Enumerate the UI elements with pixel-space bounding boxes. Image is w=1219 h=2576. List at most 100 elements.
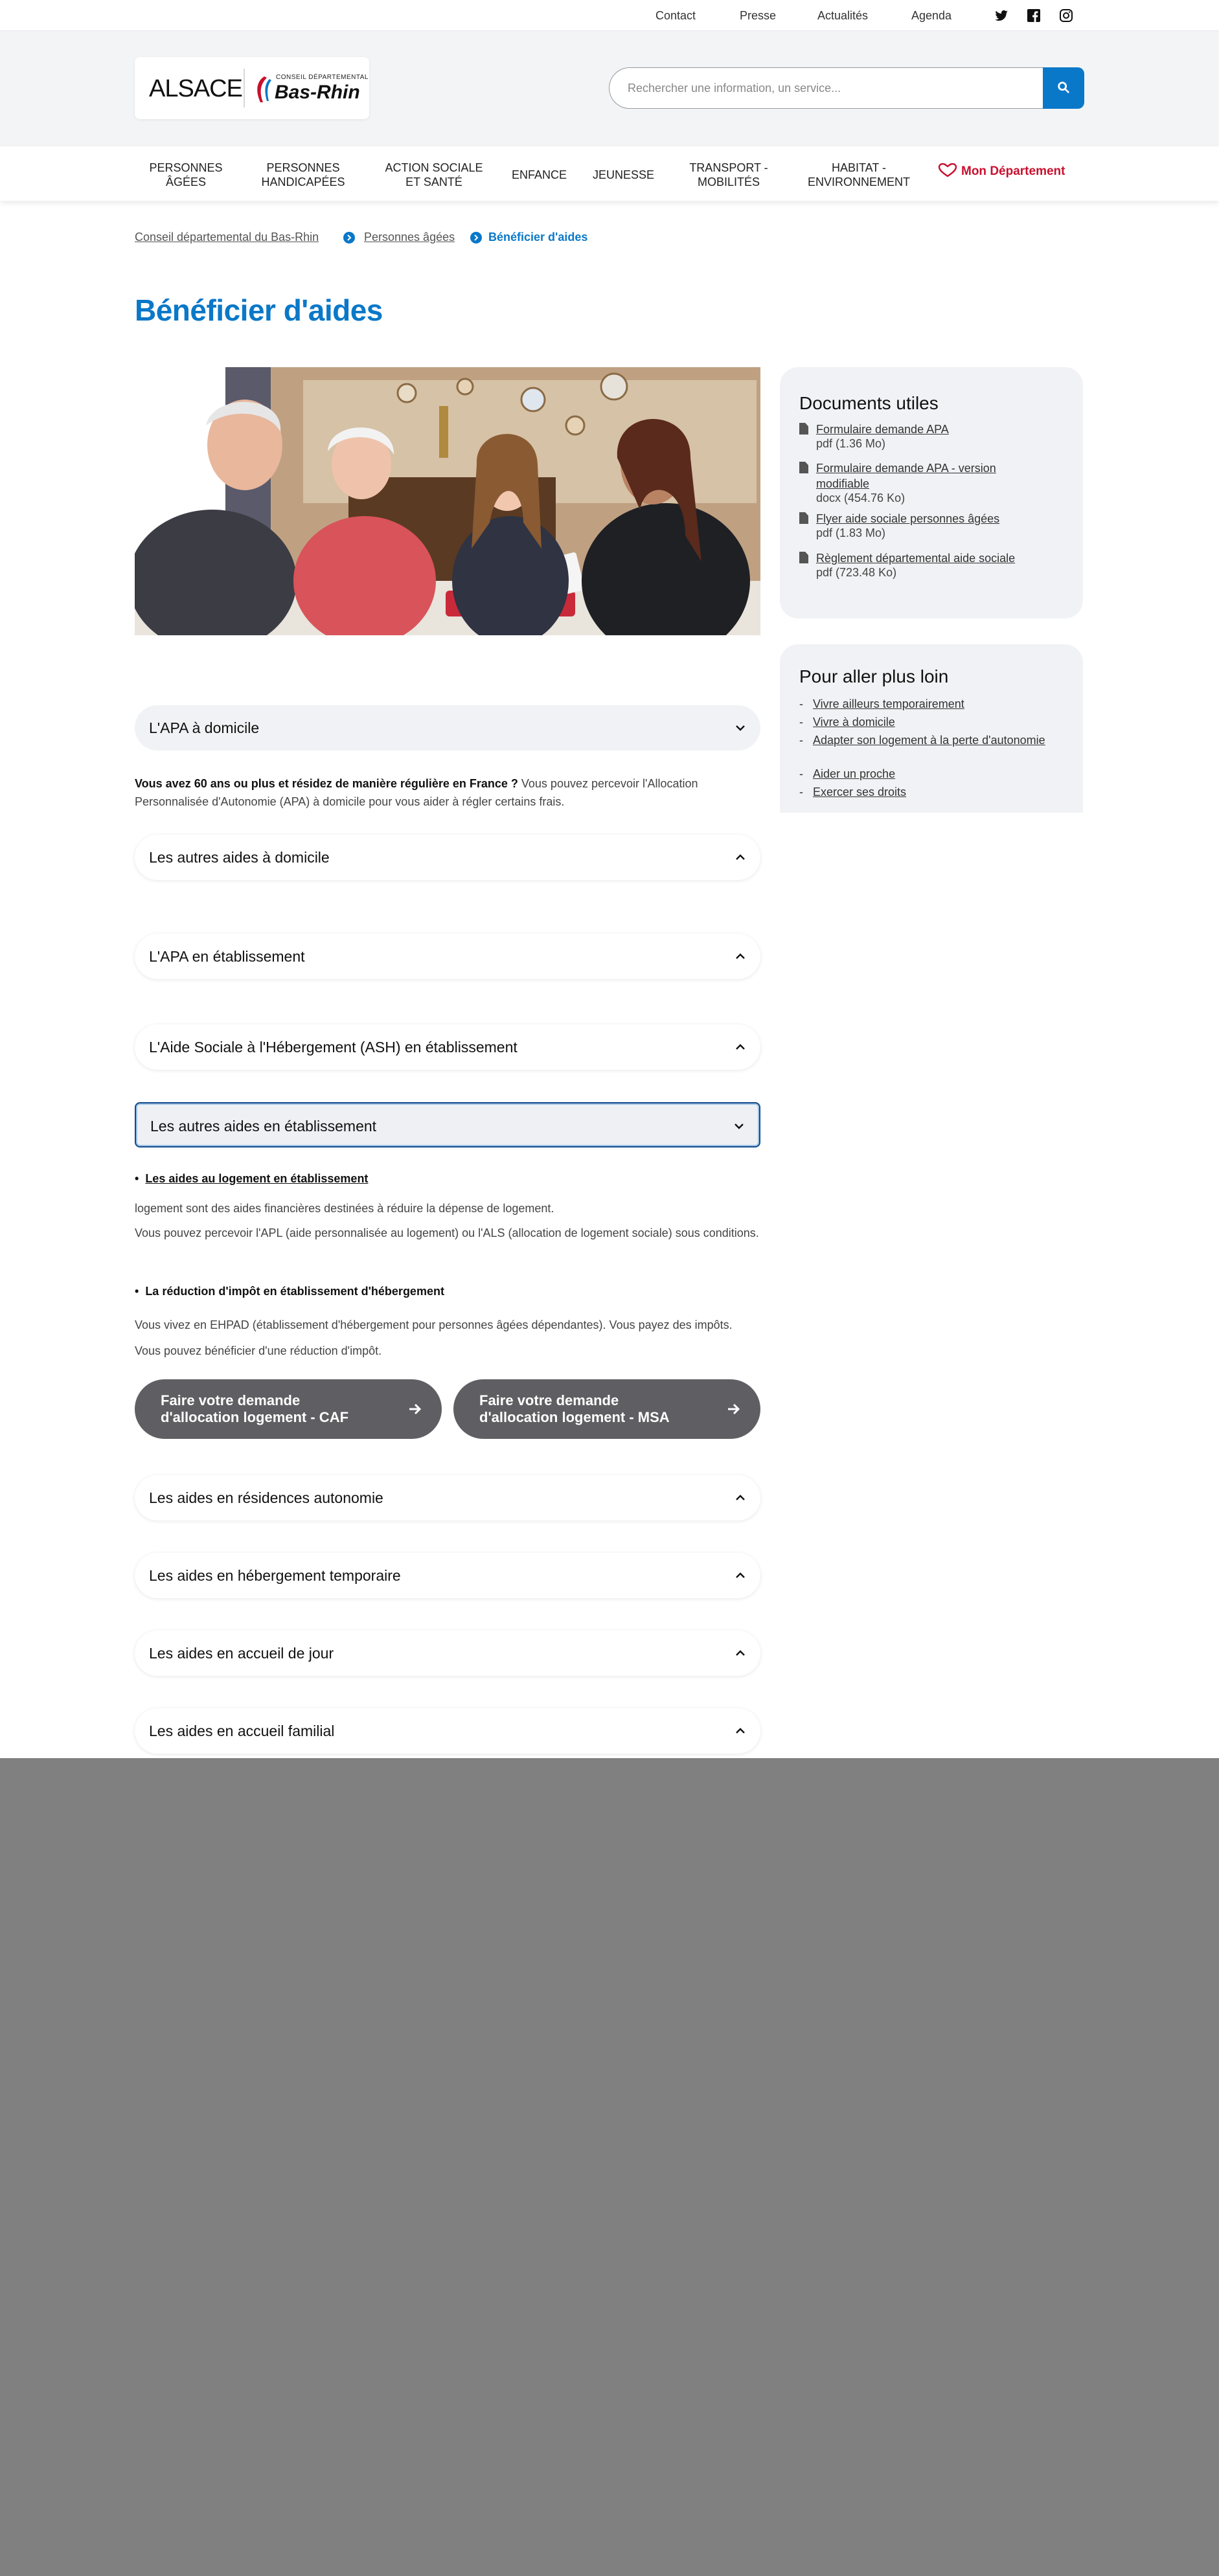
nav-label-line: TRANSPORT - (689, 161, 768, 174)
accordion-autres-aides-etablissement[interactable]: Les autres aides en établissement (135, 1102, 760, 1147)
further-link[interactable]: Vivre à domicile (813, 716, 895, 729)
further-title: Pour aller plus loin (799, 666, 949, 686)
instagram-icon[interactable] (1058, 8, 1074, 23)
nav-item-personnes-handicapees[interactable]: PERSONNES HANDICAPÉES (255, 161, 351, 189)
document-item: Formulaire demande APA pdf (1.36 Mo) (799, 422, 1071, 454)
bas-rhin-mark-icon (257, 76, 271, 102)
nav-item-action-sociale[interactable]: ACTION SOCIALE ET SANTÉ (382, 161, 486, 189)
link-agenda[interactable]: Agenda (911, 9, 951, 23)
apl-als-text: Vous pouvez percevoir l'APL (aide person… (135, 1226, 759, 1239)
bullet-reduction-impot: • La réduction d'impôt en établissement … (135, 1285, 444, 1298)
further-card: Pour aller plus loin - Vivre ailleurs te… (780, 644, 1083, 813)
chevron-up-icon (736, 953, 745, 959)
nav-label-line: JEUNESSE (593, 168, 655, 181)
document-meta: pdf (1.83 Mo) (816, 526, 886, 539)
file-icon (799, 423, 808, 435)
nav-label-line: ET SANTÉ (405, 175, 462, 188)
file-icon (799, 462, 808, 473)
site-logo[interactable]: ALSACE CONSEIL DÉPARTEMENTAL Bas-Rhin (135, 57, 369, 119)
accordion-accueil-familial[interactable]: Les aides en accueil familial (135, 1708, 760, 1754)
search-input[interactable] (609, 67, 1043, 109)
accordion-label: Les autres aides à domicile (149, 849, 330, 866)
bullet-aides-logement: • Les aides au logement en établissement (135, 1172, 369, 1185)
arrow-right-icon (409, 1403, 422, 1415)
breadcrumb-link-personnes-agees[interactable]: Personnes âgées (364, 231, 455, 244)
nav-label-line: ACTION SOCIALE (385, 161, 483, 174)
nav-label-line: MOBILITÉS (697, 175, 760, 188)
further-link-item: - Adapter son logement à la perte d'auto… (799, 734, 1045, 747)
document-link[interactable]: Formulaire demande APA (816, 422, 1071, 437)
link-contact[interactable]: Contact (655, 9, 696, 23)
caf-request-label: Faire votre demande d'allocation logemen… (161, 1392, 349, 1425)
nav-label-line: PERSONNES (266, 161, 340, 174)
main-nav: PERSONNES ÂGÉES PERSONNES HANDICAPÉES AC… (0, 146, 1219, 201)
apa-description-bold: Vous avez 60 ans ou plus et résidez de m… (135, 777, 518, 790)
chevron-down-icon (735, 1124, 744, 1129)
accordion-apa-domicile[interactable]: L'APA à domicile (135, 705, 760, 751)
nav-item-enfance[interactable]: ENFANCE (512, 168, 567, 182)
mon-departement-link[interactable]: Mon Département (938, 163, 1065, 179)
aides-logement-text: logement sont des aides financières dest… (135, 1202, 554, 1215)
accordion-ash-etablissement[interactable]: L'Aide Sociale à l'Hébergement (ASH) en … (135, 1024, 760, 1070)
reduction-impot-text: Vous vivez en EHPAD (établissement d'héb… (135, 1318, 733, 1357)
msa-request-button[interactable]: Faire votre demande d'allocation logemen… (453, 1379, 760, 1439)
breadcrumb-separator-icon (343, 232, 355, 243)
nav-item-personnes-agees[interactable]: PERSONNES ÂGÉES (148, 161, 224, 189)
caf-request-button[interactable]: Faire votre demande d'allocation logemen… (135, 1379, 442, 1439)
chevron-down-icon (736, 725, 745, 731)
nav-item-habitat[interactable]: HABITAT - ENVIRONNEMENT (802, 161, 916, 189)
accordion-label: L'Aide Sociale à l'Hébergement (ASH) en … (149, 1039, 518, 1056)
accordion-label: Les aides en accueil familial (149, 1723, 335, 1739)
link-actualites[interactable]: Actualités (817, 9, 868, 23)
twitter-icon[interactable] (994, 8, 1009, 23)
document-meta: pdf (1.36 Mo) (816, 437, 886, 450)
link-presse[interactable]: Presse (740, 9, 776, 23)
further-link[interactable]: Aider un proche (813, 767, 895, 780)
accordion-label: L'APA à domicile (149, 719, 260, 736)
chevron-up-icon (736, 1044, 745, 1050)
chevron-up-icon (736, 1572, 745, 1578)
accordion-autres-aides-domicile[interactable]: Les autres aides à domicile (135, 835, 760, 880)
accordion-label: Les autres aides en établissement (150, 1118, 377, 1135)
facebook-icon[interactable] (1026, 8, 1042, 23)
search-button[interactable] (1043, 67, 1084, 109)
breadcrumb-link-home[interactable]: Conseil départemental du Bas-Rhin (135, 231, 319, 244)
accordion-label: Les aides en accueil de jour (149, 1645, 334, 1662)
file-icon (799, 552, 808, 563)
document-meta: docx (454.76 Ko) (816, 491, 906, 504)
utility-bar: Contact Presse Actualités Agenda (0, 0, 1219, 31)
site-header: ALSACE CONSEIL DÉPARTEMENTAL Bas-Rhin (0, 31, 1219, 146)
search-form (609, 67, 1084, 109)
nav-item-transport[interactable]: TRANSPORT - MOBILITÉS (680, 161, 777, 189)
chevron-up-icon (736, 1650, 745, 1656)
accordion-accueil-jour[interactable]: Les aides en accueil de jour (135, 1631, 760, 1676)
accordion-residences-autonomie[interactable]: Les aides en résidences autonomie (135, 1475, 760, 1520)
nav-item-jeunesse[interactable]: JEUNESSE (593, 168, 654, 182)
msa-request-label: Faire votre demande d'allocation logemen… (479, 1392, 670, 1425)
further-link[interactable]: Exercer ses droits (813, 785, 906, 798)
accordion-hebergement-temporaire[interactable]: Les aides en hébergement temporaire (135, 1553, 760, 1598)
chevron-up-icon (736, 1728, 745, 1734)
apa-description: Vous avez 60 ans ou plus et résidez de m… (135, 774, 760, 811)
aides-logement-link[interactable]: Les aides au logement en établissement (145, 1172, 368, 1185)
search-icon (1058, 81, 1069, 93)
document-link[interactable]: Règlement départemental aide sociale (816, 550, 1071, 566)
page-title: Bénéficier d'aides (135, 293, 383, 327)
further-link[interactable]: Vivre ailleurs temporairement (813, 697, 964, 710)
nav-label-line: ENFANCE (512, 168, 567, 181)
documents-title: Documents utiles (799, 393, 939, 413)
accordion-label: Les aides en hébergement temporaire (149, 1567, 401, 1584)
mon-departement-label: Mon Département (961, 164, 1065, 178)
logo-divider (244, 69, 245, 107)
further-link-item: - Aider un proche (799, 767, 896, 780)
breadcrumb-separator-icon (470, 232, 482, 243)
logo-text-small: CONSEIL DÉPARTEMENTAL (276, 74, 369, 81)
further-link-item: - Exercer ses droits (799, 785, 907, 798)
hero-photo (135, 367, 760, 635)
further-link[interactable]: Adapter son logement à la perte d'autono… (813, 734, 1045, 747)
document-item: Formulaire demande APA - version modifia… (799, 460, 1071, 510)
document-link[interactable]: Formulaire demande APA - version modifia… (816, 460, 1030, 491)
accordion-apa-etablissement[interactable]: L'APA en établissement (135, 934, 760, 979)
documents-card: Documents utiles Formulaire demande APA … (780, 367, 1083, 618)
document-link[interactable]: Flyer aide sociale personnes âgées (816, 511, 1071, 526)
